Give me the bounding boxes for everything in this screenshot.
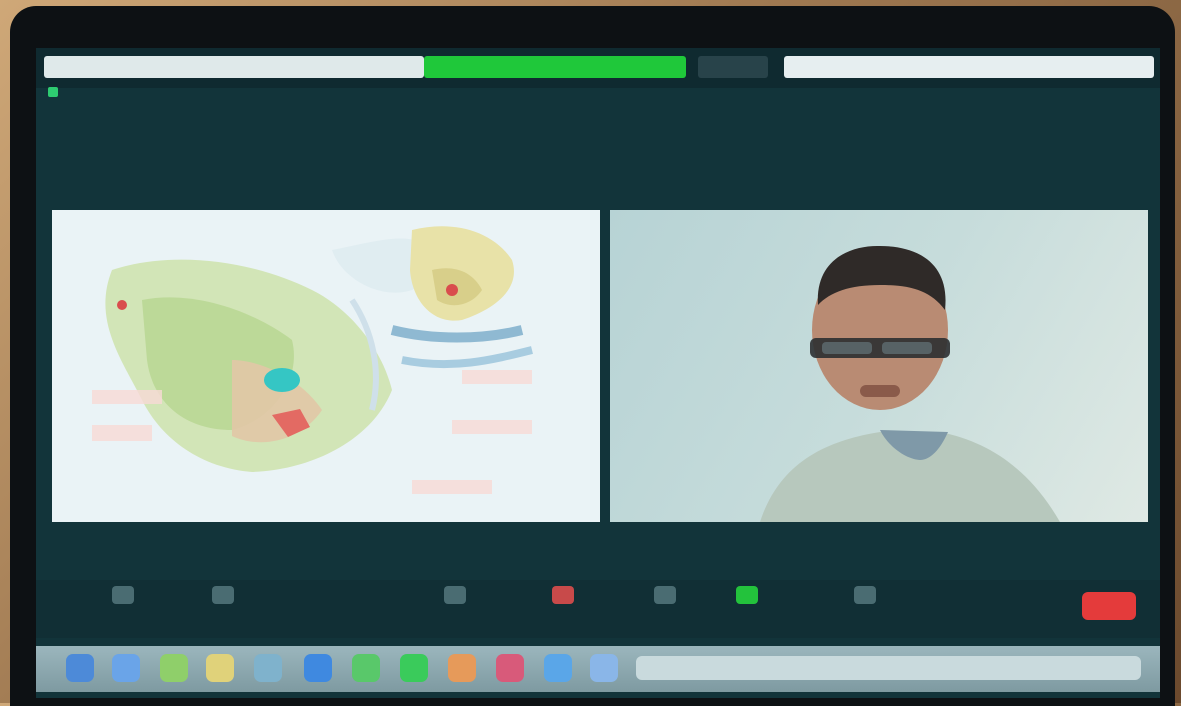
share-screen-icon	[736, 586, 758, 604]
app-icon[interactable]	[590, 654, 618, 682]
app-icon[interactable]	[448, 654, 476, 682]
meeting-timer	[698, 56, 768, 78]
title-bar	[36, 48, 1160, 88]
camera-icon	[212, 586, 234, 604]
dock-recent-apps	[636, 656, 1141, 680]
microphone-icon	[112, 586, 134, 604]
app-icon[interactable]	[206, 654, 234, 682]
end-meeting-button[interactable]	[1082, 592, 1136, 620]
security-shield-icon	[444, 586, 466, 604]
record-button[interactable]	[830, 586, 900, 608]
dock	[36, 646, 1160, 692]
address-field[interactable]	[784, 56, 1154, 78]
top-strip	[36, 56, 1160, 78]
participant-video	[760, 245, 1060, 522]
chat-icon	[654, 586, 676, 604]
app-icon[interactable]	[496, 654, 524, 682]
info-row	[48, 84, 58, 100]
finder-icon[interactable]	[66, 654, 94, 682]
shield-icon[interactable]	[48, 87, 58, 97]
security-button[interactable]	[420, 586, 490, 608]
app-icon[interactable]	[112, 654, 140, 682]
window-header	[44, 56, 424, 78]
people-icon	[552, 586, 574, 604]
shared-screen-tile[interactable]	[52, 210, 600, 522]
meeting-window	[36, 48, 1160, 698]
app-icon[interactable]	[160, 654, 188, 682]
app-icon[interactable]	[304, 654, 332, 682]
meeting-toolbar	[36, 580, 1160, 638]
meeting-status-banner[interactable]	[424, 56, 686, 78]
participants-button[interactable]	[528, 586, 598, 608]
app-icon[interactable]	[254, 654, 282, 682]
app-icon[interactable]	[544, 654, 572, 682]
participant-video-tile[interactable]	[610, 210, 1148, 522]
share-screen-button[interactable]	[712, 586, 782, 608]
chat-button[interactable]	[630, 586, 700, 608]
record-icon	[854, 586, 876, 604]
video-button[interactable]	[188, 586, 258, 608]
app-icon[interactable]	[400, 654, 428, 682]
map-image	[52, 210, 600, 522]
app-icon[interactable]	[352, 654, 380, 682]
mute-button[interactable]	[88, 586, 158, 608]
